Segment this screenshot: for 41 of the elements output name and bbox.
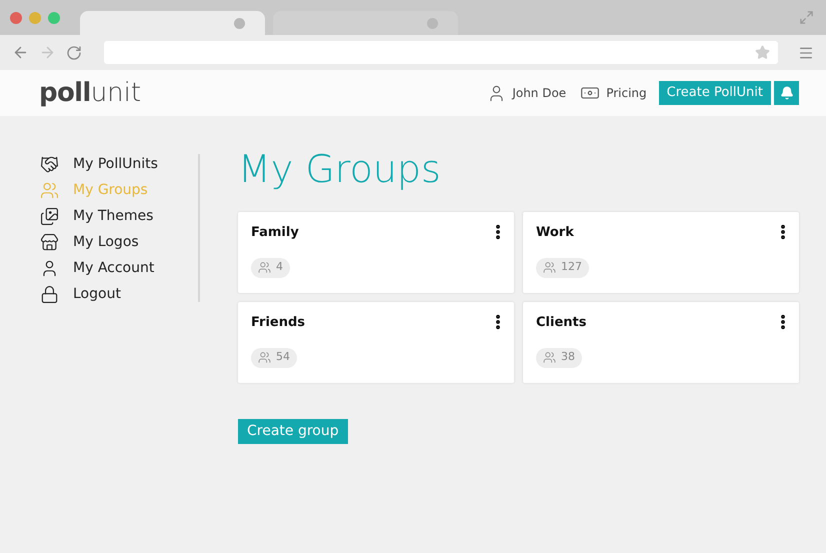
pricing-link[interactable]: Pricing bbox=[606, 84, 647, 102]
sidebar-item[interactable]: My Themes bbox=[40, 206, 198, 226]
bookmark-star-icon[interactable] bbox=[755, 45, 770, 60]
users-icon bbox=[543, 351, 556, 364]
member-count-badge: 38 bbox=[536, 348, 582, 368]
group-card[interactable]: Work 127 bbox=[523, 212, 799, 293]
images-icon bbox=[40, 206, 59, 226]
browser-tab[interactable] bbox=[80, 11, 265, 35]
lock-icon bbox=[40, 284, 59, 304]
group-name: Work bbox=[536, 224, 574, 242]
users-icon bbox=[40, 180, 59, 200]
logo-text[interactable]: unit bbox=[90, 80, 142, 106]
logo-text[interactable]: poll bbox=[39, 80, 91, 106]
page-title: My Groups bbox=[238, 150, 442, 188]
reload-icon[interactable] bbox=[66, 44, 82, 60]
users-icon bbox=[258, 351, 271, 364]
fullscreen-icon[interactable] bbox=[799, 10, 814, 25]
user-name-link[interactable]: John Doe bbox=[512, 84, 566, 102]
users-icon bbox=[258, 261, 271, 274]
sidebar-item[interactable]: Logout bbox=[40, 284, 198, 304]
group-card[interactable]: Clients 38 bbox=[523, 302, 799, 383]
member-count-badge: 4 bbox=[251, 258, 290, 278]
store-icon bbox=[40, 232, 59, 252]
sidebar-item[interactable]: My PollUnits bbox=[40, 154, 198, 174]
group-card[interactable]: Friends 54 bbox=[238, 302, 514, 383]
sidebar-item[interactable]: My Account bbox=[40, 258, 198, 278]
forward-icon[interactable] bbox=[39, 44, 56, 61]
group-card[interactable]: Family 4 bbox=[238, 212, 514, 293]
member-count-badge: 127 bbox=[536, 258, 589, 278]
back-icon[interactable] bbox=[12, 44, 29, 61]
notifications-button[interactable] bbox=[774, 81, 799, 105]
group-name: Friends bbox=[251, 314, 306, 332]
sidebar-item[interactable]: My Logos bbox=[40, 232, 198, 252]
bell-icon bbox=[780, 86, 794, 100]
group-name: Family bbox=[251, 224, 299, 242]
group-name: Clients bbox=[536, 314, 586, 332]
member-count-badge: 54 bbox=[251, 348, 297, 368]
menu-icon[interactable] bbox=[798, 44, 814, 60]
users-icon bbox=[543, 261, 556, 274]
browser-tab[interactable] bbox=[273, 11, 458, 35]
handshake-icon bbox=[40, 154, 59, 174]
